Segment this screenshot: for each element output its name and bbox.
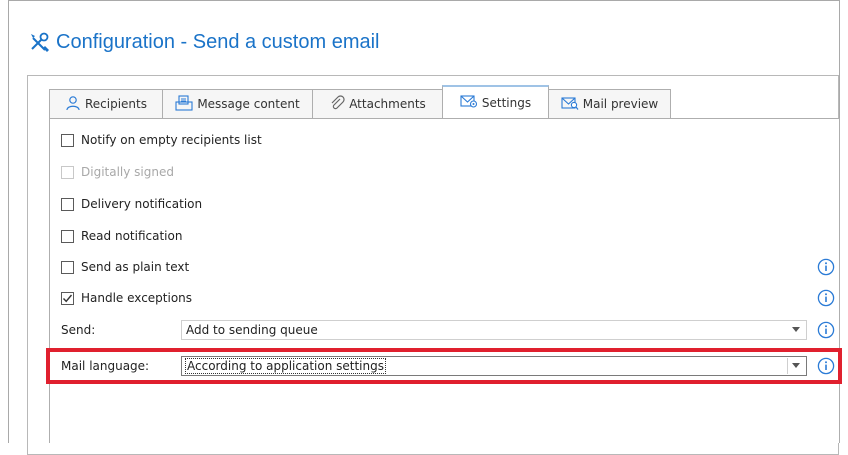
checkbox-checked[interactable] bbox=[61, 291, 74, 305]
option-read-notification[interactable]: Read notification bbox=[61, 229, 182, 243]
option-send-plain-text[interactable]: Send as plain text bbox=[61, 260, 189, 274]
option-delivery-notification[interactable]: Delivery notification bbox=[61, 197, 202, 211]
tab-label: Settings bbox=[481, 95, 532, 110]
option-handle-exceptions[interactable]: Handle exceptions bbox=[61, 291, 192, 305]
paperclip-icon bbox=[329, 94, 345, 114]
mail-language-label: Mail language: bbox=[61, 359, 150, 373]
envelope-gear-icon bbox=[460, 93, 478, 112]
option-digitally-signed: Digitally signed bbox=[61, 165, 174, 179]
checkbox[interactable] bbox=[61, 197, 74, 211]
envelope-search-icon bbox=[561, 95, 579, 114]
dropdown-separator bbox=[787, 358, 788, 374]
tools-icon bbox=[28, 31, 50, 53]
option-label: Send as plain text bbox=[81, 260, 190, 274]
tab-attachments[interactable]: Attachments bbox=[312, 89, 443, 118]
option-label: Handle exceptions bbox=[81, 291, 193, 305]
chevron-down-icon[interactable] bbox=[792, 327, 800, 332]
info-icon[interactable] bbox=[817, 321, 835, 339]
tab-bar: Recipients Message content Attachments S… bbox=[49, 85, 671, 118]
document-icon bbox=[175, 94, 193, 114]
checkbox bbox=[61, 165, 74, 179]
tab-recipients[interactable]: Recipients bbox=[49, 89, 163, 118]
tab-mail-preview[interactable]: Mail preview bbox=[548, 89, 671, 118]
person-icon bbox=[65, 95, 81, 114]
tab-label: Attachments bbox=[349, 97, 426, 111]
checkbox[interactable] bbox=[61, 133, 74, 147]
page-title: Configuration - Send a custom email bbox=[28, 28, 380, 56]
checkbox[interactable] bbox=[61, 229, 74, 243]
option-label: Delivery notification bbox=[81, 197, 203, 211]
option-label: Notify on empty recipients list bbox=[81, 133, 262, 147]
option-label: Read notification bbox=[81, 229, 183, 243]
checkbox[interactable] bbox=[61, 260, 74, 274]
tab-label: Recipients bbox=[84, 97, 147, 111]
send-value: Add to sending queue bbox=[186, 323, 318, 337]
tab-settings[interactable]: Settings bbox=[442, 85, 549, 118]
chevron-down-icon[interactable] bbox=[792, 363, 800, 368]
info-icon[interactable] bbox=[817, 258, 835, 276]
tab-label: Message content bbox=[197, 97, 300, 111]
info-icon[interactable] bbox=[817, 289, 835, 307]
mail-language-value: According to application settings bbox=[185, 358, 386, 374]
tab-label: Mail preview bbox=[582, 97, 659, 111]
info-icon[interactable] bbox=[817, 357, 835, 375]
option-label: Digitally signed bbox=[81, 165, 174, 179]
send-select[interactable]: Add to sending queue bbox=[181, 320, 807, 340]
title-text: Configuration - Send a custom email bbox=[56, 30, 380, 53]
option-notify-empty-recipients[interactable]: Notify on empty recipients list bbox=[61, 133, 262, 147]
send-label: Send: bbox=[61, 323, 96, 337]
mail-language-select[interactable]: According to application settings bbox=[181, 356, 807, 376]
tab-message-content[interactable]: Message content bbox=[162, 89, 313, 118]
